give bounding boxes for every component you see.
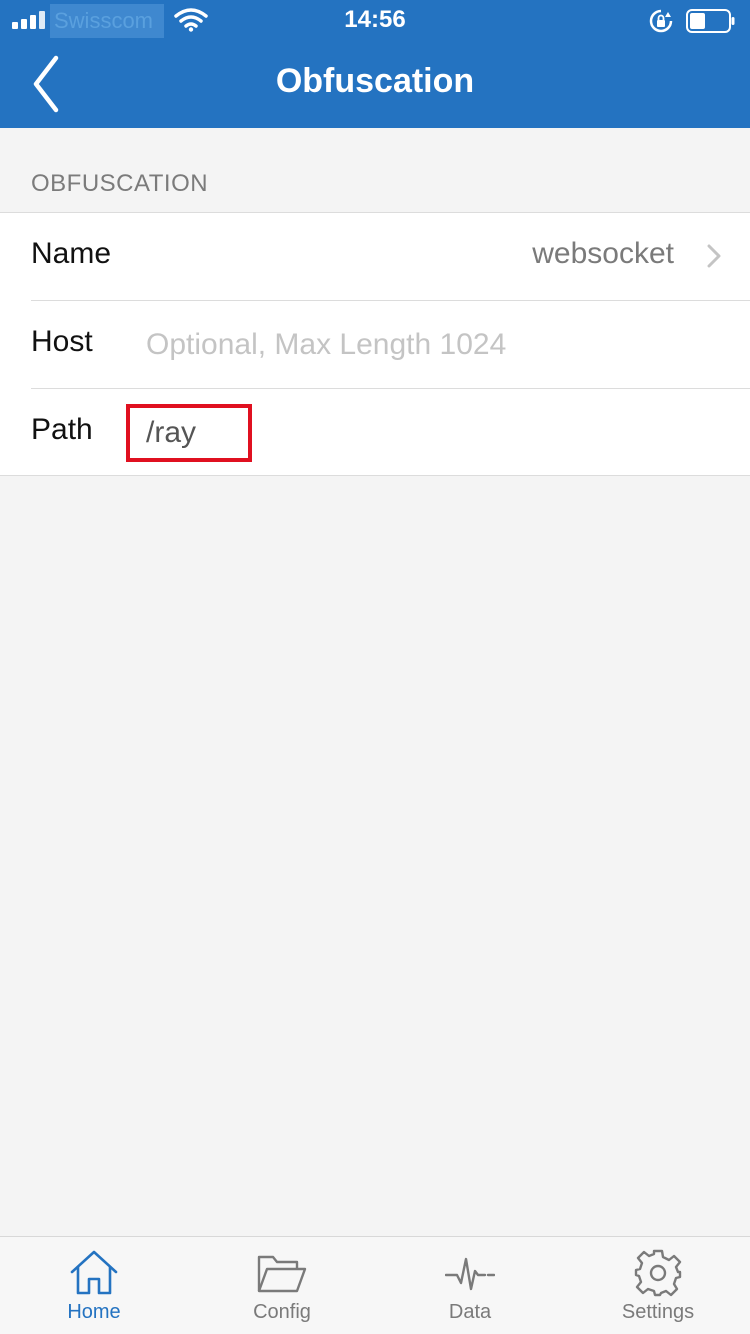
tab-data[interactable]: Data: [376, 1237, 564, 1334]
screen: Swisscom 14:56 Obfuscation OBFUSCATION N…: [0, 0, 750, 1334]
tab-home-label: Home: [67, 1301, 121, 1323]
tab-settings[interactable]: Settings: [564, 1237, 750, 1334]
tab-settings-label: Settings: [621, 1301, 695, 1323]
status-time: 14:56: [344, 6, 406, 33]
chevron-right-icon: [707, 244, 721, 268]
page-title: Obfuscation: [275, 62, 475, 100]
path-label: Path: [31, 413, 93, 446]
section-header: OBFUSCATION: [31, 170, 209, 197]
status-bar: Swisscom 14:56: [0, 0, 750, 40]
host-input[interactable]: [146, 319, 726, 371]
host-row: Host: [0, 301, 750, 389]
host-label: Host: [31, 325, 93, 358]
tab-config-label: Config: [253, 1301, 311, 1323]
path-input[interactable]: [146, 407, 726, 459]
tab-home[interactable]: Home: [0, 1237, 188, 1334]
obfuscation-settings-group: Name websocket Host Path: [0, 212, 750, 476]
top-bar: Swisscom 14:56 Obfuscation: [0, 0, 750, 128]
folder-icon: [257, 1255, 307, 1293]
tab-config[interactable]: Config: [188, 1237, 376, 1334]
tab-bar: Home Config Data Settings: [0, 1236, 750, 1334]
path-row: Path: [0, 389, 750, 477]
tab-data-label: Data: [448, 1301, 492, 1323]
name-label: Name: [31, 237, 112, 270]
navigation-bar: Obfuscation: [0, 40, 750, 128]
battery-icon: [686, 9, 735, 33]
name-value: websocket: [532, 237, 674, 270]
gear-icon: [634, 1249, 682, 1297]
activity-pulse-icon: [445, 1257, 495, 1291]
name-row[interactable]: Name websocket: [0, 213, 750, 301]
rotation-lock-icon: [649, 9, 673, 33]
home-icon: [70, 1250, 118, 1295]
